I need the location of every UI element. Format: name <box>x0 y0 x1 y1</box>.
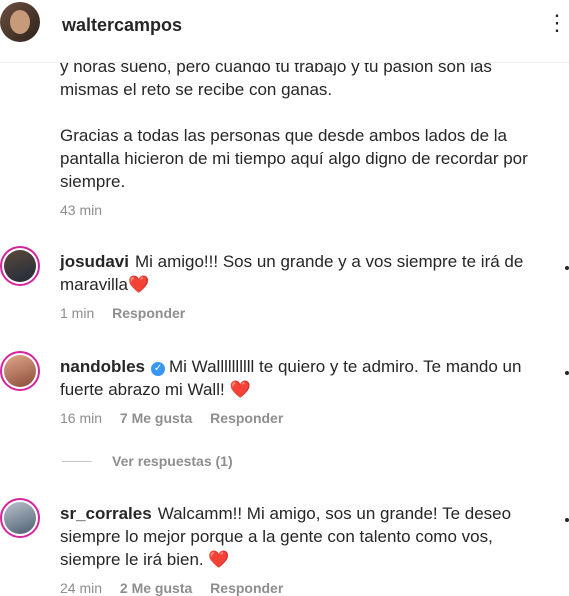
heart-emoji: ❤️ <box>229 380 251 399</box>
reply-button[interactable]: Responder <box>210 410 283 426</box>
view-replies-button[interactable]: Ver respuestas (1) <box>62 453 233 469</box>
comment-like-icon[interactable] <box>565 266 569 270</box>
more-options-icon[interactable]: ⋮ <box>546 10 569 36</box>
comment-avatar[interactable] <box>0 498 40 538</box>
comment-like-icon[interactable] <box>565 518 569 522</box>
comment-username[interactable]: nandobles <box>60 357 145 376</box>
comment-time: 16 min <box>60 410 103 426</box>
post-header: waltercampos ⋮ <box>0 0 569 63</box>
caption-line-2: mismas el reto se recibe con ganas. <box>60 80 333 99</box>
post-author-username[interactable]: waltercampos <box>62 15 182 36</box>
caption-line-3: Gracias a todas las personas que desde a… <box>60 126 528 191</box>
comment-username[interactable]: josudavi <box>60 252 129 271</box>
caption-time: 43 min <box>60 202 103 218</box>
heart-emoji: ❤️ <box>208 550 230 569</box>
divider <box>62 461 92 462</box>
verified-badge-icon: ✓ <box>151 362 166 376</box>
likes-count[interactable]: 7 Me gusta <box>120 410 192 426</box>
comment-time: 1 min <box>60 305 95 321</box>
comment-like-icon[interactable] <box>565 371 569 375</box>
heart-emoji: ❤️ <box>128 275 150 294</box>
comment-2: nandobles ✓ Mi Wallllllllll te quiero y te… <box>60 355 530 401</box>
avatar[interactable] <box>0 2 40 42</box>
comment-1: josudavi Mi amigo!!! Sos un grande y a vo… <box>60 250 530 296</box>
comment-3: sr_corrales Walcamm!! Mi amigo, sos un gr… <box>60 502 530 571</box>
caption-meta: 43 min <box>60 202 116 218</box>
post-caption: y horas sueño, pero cuando tu trabajo y … <box>60 55 540 193</box>
reply-button[interactable]: Responder <box>112 305 185 321</box>
comment-avatar[interactable] <box>0 351 40 391</box>
comment-username[interactable]: sr_corrales <box>60 504 152 523</box>
view-replies-label: Ver respuestas (1) <box>112 453 233 469</box>
comment-avatar[interactable] <box>0 246 40 286</box>
comment-meta: 16 min 7 Me gusta Responder <box>60 410 297 426</box>
comment-meta: 1 min Responder <box>60 305 199 321</box>
